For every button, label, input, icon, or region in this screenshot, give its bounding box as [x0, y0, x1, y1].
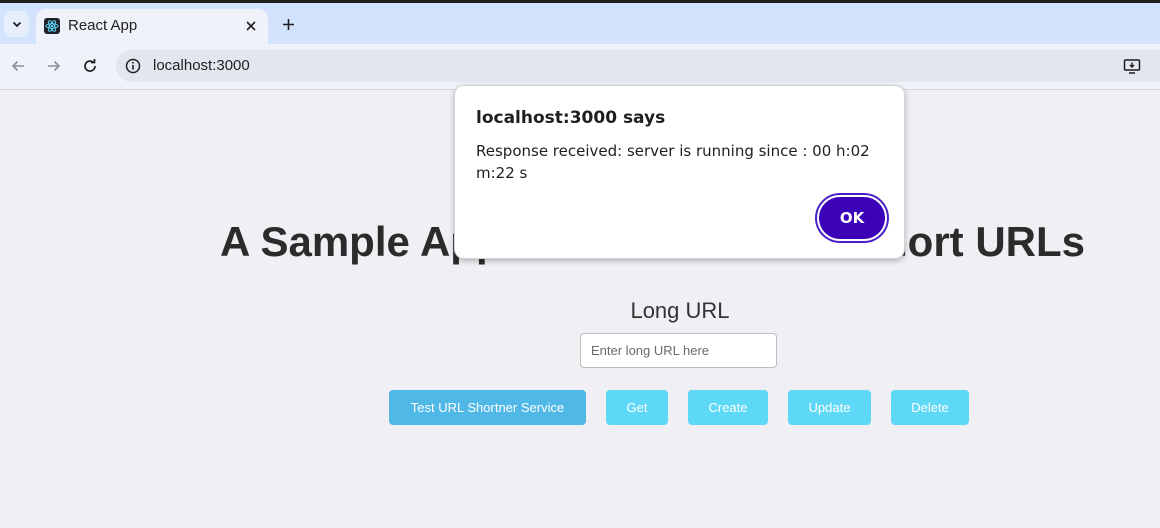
- dialog-message: Response received: server is running sin…: [476, 142, 870, 182]
- close-icon[interactable]: [242, 17, 260, 35]
- dialog-title: localhost:3000 says: [476, 108, 666, 128]
- url-text: localhost:3000: [153, 57, 250, 74]
- browser-toolbar: localhost:3000: [0, 44, 1160, 90]
- delete-button[interactable]: Delete: [891, 390, 969, 425]
- chevron-down-icon: [11, 15, 23, 34]
- long-url-input[interactable]: [580, 333, 777, 368]
- address-bar[interactable]: localhost:3000: [116, 50, 1160, 82]
- arrow-left-icon[interactable]: [6, 54, 30, 78]
- tab-search-button[interactable]: [4, 11, 29, 37]
- info-icon[interactable]: [124, 57, 142, 75]
- create-button[interactable]: Create: [688, 390, 768, 425]
- ok-button[interactable]: OK: [817, 195, 887, 241]
- alert-dialog: localhost:3000 says Response received: s…: [454, 85, 905, 259]
- plus-icon[interactable]: [277, 13, 299, 35]
- tab-strip: React App: [0, 3, 1160, 44]
- long-url-label: Long URL: [630, 298, 730, 323]
- update-button[interactable]: Update: [788, 390, 871, 425]
- install-app-icon[interactable]: [1122, 56, 1142, 76]
- reload-icon[interactable]: [78, 54, 102, 78]
- arrow-right-icon[interactable]: [42, 54, 66, 78]
- tab-title: React App: [68, 17, 138, 34]
- tab-react-app[interactable]: React App: [36, 9, 268, 44]
- test-service-button[interactable]: Test URL Shortner Service: [389, 390, 586, 425]
- get-button[interactable]: Get: [606, 390, 668, 425]
- react-logo-icon: [44, 18, 60, 34]
